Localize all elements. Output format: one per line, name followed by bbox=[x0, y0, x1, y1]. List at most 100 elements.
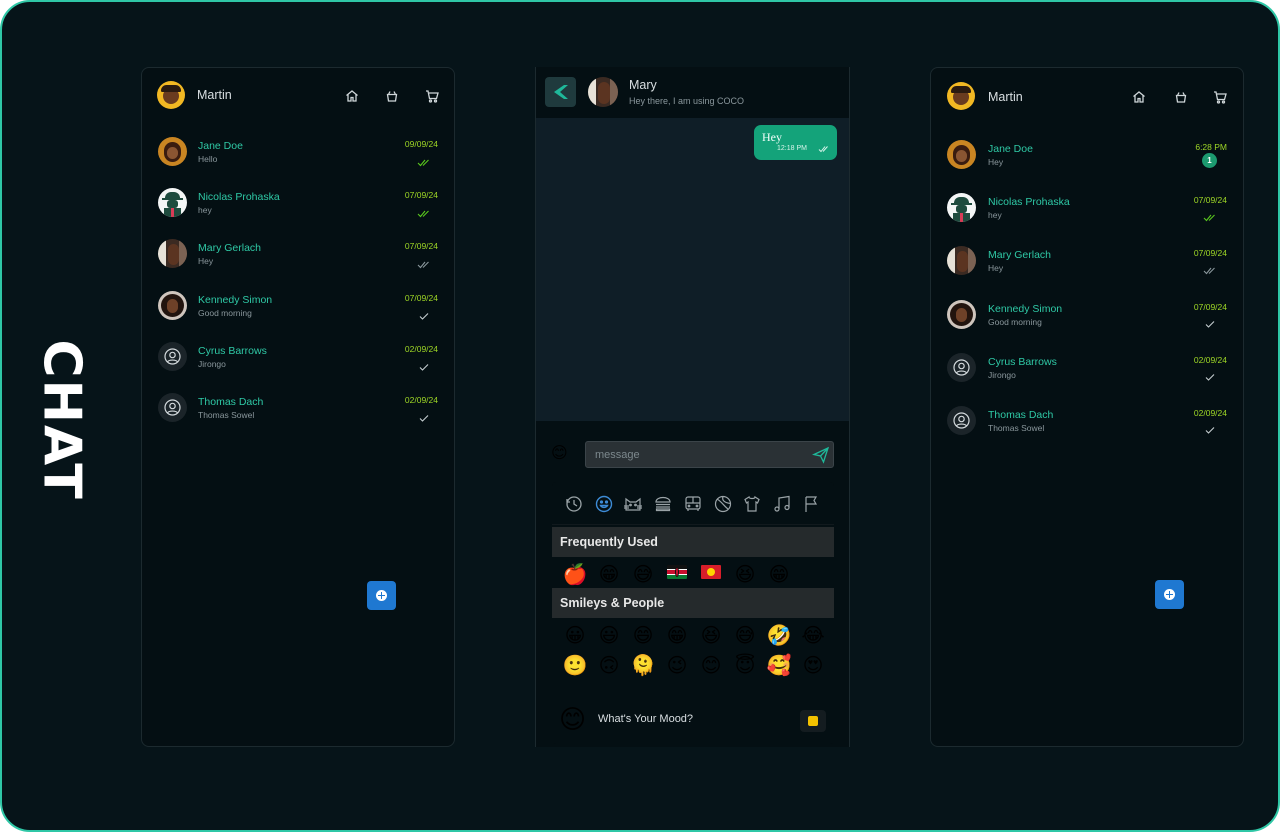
avatar[interactable] bbox=[947, 82, 975, 110]
emoji-flag-cell[interactable] bbox=[697, 558, 725, 588]
music-icon[interactable] bbox=[772, 494, 792, 514]
emoji-button[interactable]: 😅 bbox=[629, 561, 657, 589]
contact-row[interactable]: Cyrus Barrows Jirongo 02/09/24 bbox=[931, 352, 1243, 404]
contact-row[interactable]: Thomas Dach Thomas Sowel 02/09/24 bbox=[142, 393, 454, 444]
message-input[interactable] bbox=[585, 441, 834, 468]
emoji-button[interactable]: 😁 bbox=[663, 622, 691, 650]
contact-row[interactable]: Kennedy Simon Good morning 07/09/24 bbox=[931, 299, 1243, 351]
home-icon[interactable] bbox=[1131, 89, 1147, 105]
sent-check-icon bbox=[417, 308, 431, 320]
contact-date: 07/09/24 bbox=[404, 190, 438, 201]
avatar[interactable] bbox=[158, 239, 187, 269]
contact-date: 07/09/24 bbox=[404, 292, 438, 303]
contact-row[interactable]: Jane Doe Hey 6:28 PM 1 bbox=[931, 140, 1243, 191]
contact-date: 07/09/24 bbox=[404, 241, 438, 252]
contact-row[interactable]: Thomas Dach Thomas Sowel 02/09/24 bbox=[931, 406, 1243, 457]
emoji-button[interactable]: 🫠 bbox=[629, 652, 657, 680]
emoji-button[interactable]: 😁 bbox=[765, 561, 793, 589]
new-chat-button[interactable] bbox=[367, 581, 396, 610]
back-button[interactable] bbox=[545, 77, 576, 107]
contact-last-message: Good morning bbox=[198, 307, 252, 318]
user-icon[interactable] bbox=[158, 393, 187, 422]
message-bubble[interactable]: Hey 12:18 PM bbox=[754, 125, 837, 160]
kenya-flag-icon[interactable] bbox=[667, 565, 687, 579]
emoji-button[interactable]: 😃 bbox=[595, 622, 623, 650]
contact-row[interactable]: Kennedy Simon Good morning 07/09/24 bbox=[142, 290, 454, 342]
contact-row[interactable]: Cyrus Barrows Jirongo 02/09/24 bbox=[142, 341, 454, 393]
avatar[interactable] bbox=[947, 193, 976, 223]
emoji-button[interactable]: 🥰 bbox=[765, 652, 793, 680]
user-icon[interactable] bbox=[947, 352, 976, 382]
flag-icon[interactable] bbox=[802, 494, 822, 514]
new-chat-button[interactable] bbox=[1155, 580, 1184, 609]
kyrgyzstan-flag-icon[interactable] bbox=[701, 565, 721, 579]
contact-last-message: Hey bbox=[988, 263, 1004, 274]
emoji-button[interactable]: 😆 bbox=[697, 622, 725, 650]
emoji-button[interactable]: 🍎 bbox=[561, 561, 589, 589]
user-icon[interactable] bbox=[158, 341, 187, 371]
emoji-button[interactable]: 🤣 bbox=[765, 622, 793, 650]
emoji-button[interactable]: 😁 bbox=[595, 561, 623, 589]
bag-icon[interactable] bbox=[1173, 89, 1189, 105]
home-icon[interactable] bbox=[344, 88, 360, 104]
contact-row[interactable]: Nicolas Prohaska hey 07/09/24 bbox=[142, 188, 454, 239]
cat-icon[interactable] bbox=[623, 494, 643, 514]
contact-name: Cyrus Barrows bbox=[198, 344, 267, 357]
avatar[interactable] bbox=[588, 77, 618, 107]
user-name: Martin bbox=[988, 90, 1023, 104]
contact-last-message: hey bbox=[988, 210, 1002, 221]
delivered-double-check-icon bbox=[417, 256, 431, 269]
bag-icon[interactable] bbox=[384, 88, 400, 104]
contact-last-message: Hello bbox=[198, 154, 218, 164]
smiley-icon[interactable] bbox=[594, 494, 614, 514]
contact-row[interactable]: Jane Doe Hello 09/09/24 bbox=[142, 137, 454, 188]
avatar[interactable] bbox=[947, 299, 976, 329]
emoji-button[interactable]: 😂 bbox=[799, 622, 827, 650]
chat-header: Mary Hey there, I am using COCO bbox=[536, 67, 849, 118]
emoji-button[interactable]: 🙂 bbox=[561, 652, 589, 680]
ball-icon[interactable] bbox=[713, 494, 733, 514]
message-area: Hey 12:18 PM bbox=[536, 118, 849, 421]
avatar[interactable] bbox=[158, 188, 187, 218]
contact-date: 07/09/24 bbox=[1193, 301, 1227, 312]
chat-contact-status: Hey there, I am using COCO bbox=[629, 96, 745, 106]
bus-icon[interactable] bbox=[683, 494, 703, 514]
contact-last-message: Hey bbox=[198, 256, 214, 267]
contact-row[interactable]: Mary Gerlach Hey 07/09/24 bbox=[142, 239, 454, 290]
cart-icon[interactable] bbox=[1212, 89, 1228, 105]
contact-row[interactable]: Nicolas Prohaska hey 07/09/24 bbox=[931, 193, 1243, 244]
avatar[interactable] bbox=[947, 246, 976, 276]
contact-row[interactable]: Mary Gerlach Hey 07/09/24 bbox=[931, 246, 1243, 297]
shirt-icon[interactable] bbox=[742, 494, 762, 514]
composer: 😊 bbox=[536, 421, 849, 487]
contact-last-message: Hey bbox=[988, 157, 1004, 167]
avatar[interactable] bbox=[157, 81, 185, 109]
recent-icon[interactable] bbox=[564, 494, 584, 514]
sent-check-icon bbox=[417, 359, 431, 371]
emoji-button[interactable]: 😄 bbox=[629, 622, 657, 650]
message-time: 12:18 PM bbox=[777, 145, 807, 152]
avatar[interactable] bbox=[158, 290, 187, 320]
emoji-button[interactable]: 😆 bbox=[731, 561, 759, 589]
emoji-toggle-icon[interactable]: 😊 bbox=[551, 444, 568, 464]
emoji-button[interactable]: 😊 bbox=[697, 652, 725, 680]
burger-icon[interactable] bbox=[653, 494, 673, 514]
user-icon[interactable] bbox=[947, 406, 976, 435]
emoji-button[interactable]: 😀 bbox=[561, 622, 589, 650]
emoji-button[interactable]: 😅 bbox=[731, 622, 759, 650]
mood-color-button[interactable] bbox=[800, 710, 826, 732]
emoji-button[interactable]: 😍 bbox=[799, 652, 827, 680]
contact-date: 02/09/24 bbox=[1193, 408, 1227, 418]
emoji-button[interactable]: 🙃 bbox=[595, 652, 623, 680]
send-icon[interactable] bbox=[812, 446, 830, 464]
avatar[interactable] bbox=[158, 137, 187, 166]
contact-name: Jane Doe bbox=[988, 143, 1033, 155]
mood-face-icon[interactable]: 😊 bbox=[559, 704, 586, 734]
contact-name: Thomas Dach bbox=[198, 396, 264, 408]
emoji-flag-cell[interactable] bbox=[663, 558, 691, 588]
emoji-button[interactable]: 😇 bbox=[731, 652, 759, 680]
cart-icon[interactable] bbox=[424, 88, 440, 104]
avatar[interactable] bbox=[947, 140, 976, 169]
emoji-button[interactable]: 😉 bbox=[663, 652, 691, 680]
contact-name: Nicolas Prohaska bbox=[198, 191, 280, 204]
